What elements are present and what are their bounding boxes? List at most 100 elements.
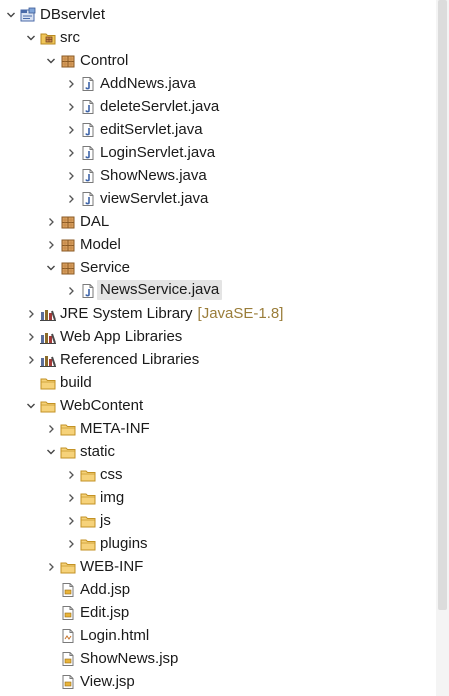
project-explorer-tree: DBservlet src Control AddNews.java deleteSer…	[0, 0, 436, 696]
expand-chevron-right-icon[interactable]	[25, 348, 37, 371]
tree-row-folder-webcontent[interactable]: WebContent	[0, 394, 436, 417]
tree-item-text: DBservlet	[40, 6, 106, 23]
tree-item-label: Add.jsp	[80, 578, 130, 601]
tree-item-text: build	[60, 374, 92, 391]
expand-chevron-right-icon[interactable]	[65, 509, 77, 532]
scrollbar-thumb[interactable]	[438, 0, 447, 610]
tree-row-library-jre-system[interactable]: JRE System Library [JavaSE-1.8]	[0, 302, 436, 325]
tree-item-text: META-INF	[80, 420, 150, 437]
tree-item-label: WEB-INF	[80, 555, 143, 578]
expand-chevron-down-icon[interactable]	[25, 26, 37, 49]
java-file-icon	[80, 191, 96, 207]
expand-chevron-down-icon[interactable]	[45, 256, 57, 279]
expand-chevron-right-icon[interactable]	[65, 141, 77, 164]
tree-row-package-service[interactable]: Service	[0, 256, 436, 279]
java-file-icon	[80, 122, 96, 138]
tree-row-library-referenced[interactable]: Referenced Libraries	[0, 348, 436, 371]
java-file-icon	[80, 168, 96, 184]
jsp-file-icon	[60, 582, 76, 598]
tree-item-text: AddNews.java	[100, 75, 196, 92]
tree-row-file-editservlet-java[interactable]: editServlet.java	[0, 118, 436, 141]
project-icon	[20, 7, 36, 23]
tree-item-text: js	[100, 512, 111, 529]
tree-item-label: ShowNews.java	[100, 164, 207, 187]
tree-item-label: Control	[80, 49, 128, 72]
folder-icon	[80, 490, 96, 506]
tree-row-folder-static[interactable]: static	[0, 440, 436, 463]
tree-item-label: Service	[80, 256, 130, 279]
tree-row-file-newsservice-java[interactable]: NewsService.java	[0, 279, 436, 302]
jsp-file-icon	[60, 605, 76, 621]
tree-row-folder-img[interactable]: img	[0, 486, 436, 509]
expand-chevron-right-icon[interactable]	[45, 417, 57, 440]
tree-item-text: img	[100, 489, 125, 506]
tree-item-label: META-INF	[80, 417, 150, 440]
tree-row-package-dal[interactable]: DAL	[0, 210, 436, 233]
expand-chevron-right-icon[interactable]	[25, 302, 37, 325]
expand-chevron-down-icon[interactable]	[45, 440, 57, 463]
tree-item-text: viewServlet.java	[100, 190, 209, 207]
tree-row-file-view-jsp[interactable]: View.jsp	[0, 670, 436, 693]
tree-row-folder-plugins[interactable]: plugins	[0, 532, 436, 555]
package-icon	[60, 237, 76, 253]
tree-row-folder-build[interactable]: build	[0, 371, 436, 394]
tree-row-project-dbservlet[interactable]: DBservlet	[0, 3, 436, 26]
tree-row-file-edit-jsp[interactable]: Edit.jsp	[0, 601, 436, 624]
expand-chevron-down-icon[interactable]	[25, 394, 37, 417]
java-file-icon	[80, 283, 96, 299]
folder-icon	[60, 444, 76, 460]
tree-row-package-control[interactable]: Control	[0, 49, 436, 72]
tree-item-label: editServlet.java	[100, 118, 203, 141]
tree-row-file-viewservlet-java[interactable]: viewServlet.java	[0, 187, 436, 210]
expand-chevron-right-icon[interactable]	[45, 233, 57, 256]
tree-item-label: Edit.jsp	[80, 601, 129, 624]
tree-item-label: WebContent	[60, 394, 143, 417]
tree-row-package-model[interactable]: Model	[0, 233, 436, 256]
tree-item-label: LoginServlet.java	[100, 141, 215, 164]
tree-row-source-folder-src[interactable]: src	[0, 26, 436, 49]
tree-item-text: ShowNews.jsp	[80, 650, 179, 667]
tree-item-text: Edit.jsp	[80, 604, 130, 621]
tree-item-label: img	[100, 486, 124, 509]
folder-icon	[80, 467, 96, 483]
java-file-icon	[80, 99, 96, 115]
tree-row-library-web-app[interactable]: Web App Libraries	[0, 325, 436, 348]
expand-chevron-right-icon[interactable]	[65, 95, 77, 118]
expand-chevron-right-icon[interactable]	[25, 325, 37, 348]
tree-row-file-login-html[interactable]: Login.html	[0, 624, 436, 647]
expand-chevron-right-icon[interactable]	[65, 279, 77, 302]
tree-item-text: Referenced Libraries	[60, 351, 200, 368]
folder-icon	[80, 536, 96, 552]
tree-row-folder-css[interactable]: css	[0, 463, 436, 486]
tree-item-text: Control	[80, 52, 129, 69]
tree-row-folder-web-inf[interactable]: WEB-INF	[0, 555, 436, 578]
tree-row-file-shownews-jsp[interactable]: ShowNews.jsp	[0, 647, 436, 670]
tree-row-file-add-jsp[interactable]: Add.jsp	[0, 578, 436, 601]
expand-chevron-down-icon[interactable]	[5, 3, 17, 26]
expand-chevron-right-icon[interactable]	[65, 486, 77, 509]
tree-item-label: plugins	[100, 532, 148, 555]
tree-row-file-loginservlet-java[interactable]: LoginServlet.java	[0, 141, 436, 164]
expand-chevron-right-icon[interactable]	[65, 532, 77, 555]
tree-row-folder-js[interactable]: js	[0, 509, 436, 532]
expand-chevron-right-icon[interactable]	[65, 164, 77, 187]
expand-chevron-right-icon[interactable]	[65, 118, 77, 141]
expand-chevron-right-icon[interactable]	[45, 210, 57, 233]
tree-row-file-addnews-java[interactable]: AddNews.java	[0, 72, 436, 95]
tree-item-text: Service	[80, 259, 131, 276]
tree-item-label: Web App Libraries	[60, 325, 182, 348]
tree-item-label: deleteServlet.java	[100, 95, 219, 118]
expand-chevron-right-icon[interactable]	[65, 187, 77, 210]
tree-item-text: WebContent	[60, 397, 144, 414]
expand-chevron-right-icon[interactable]	[45, 555, 57, 578]
folder-icon	[60, 421, 76, 437]
tree-row-folder-meta-inf[interactable]: META-INF	[0, 417, 436, 440]
expand-chevron-right-icon[interactable]	[65, 463, 77, 486]
tree-row-file-deleteservlet-java[interactable]: deleteServlet.java	[0, 95, 436, 118]
expand-chevron-right-icon[interactable]	[65, 72, 77, 95]
expand-chevron-down-icon[interactable]	[45, 49, 57, 72]
vertical-scrollbar[interactable]	[436, 0, 449, 696]
tree-item-label: DAL	[80, 210, 109, 233]
tree-row-file-shownews-java[interactable]: ShowNews.java	[0, 164, 436, 187]
package-icon	[60, 53, 76, 69]
